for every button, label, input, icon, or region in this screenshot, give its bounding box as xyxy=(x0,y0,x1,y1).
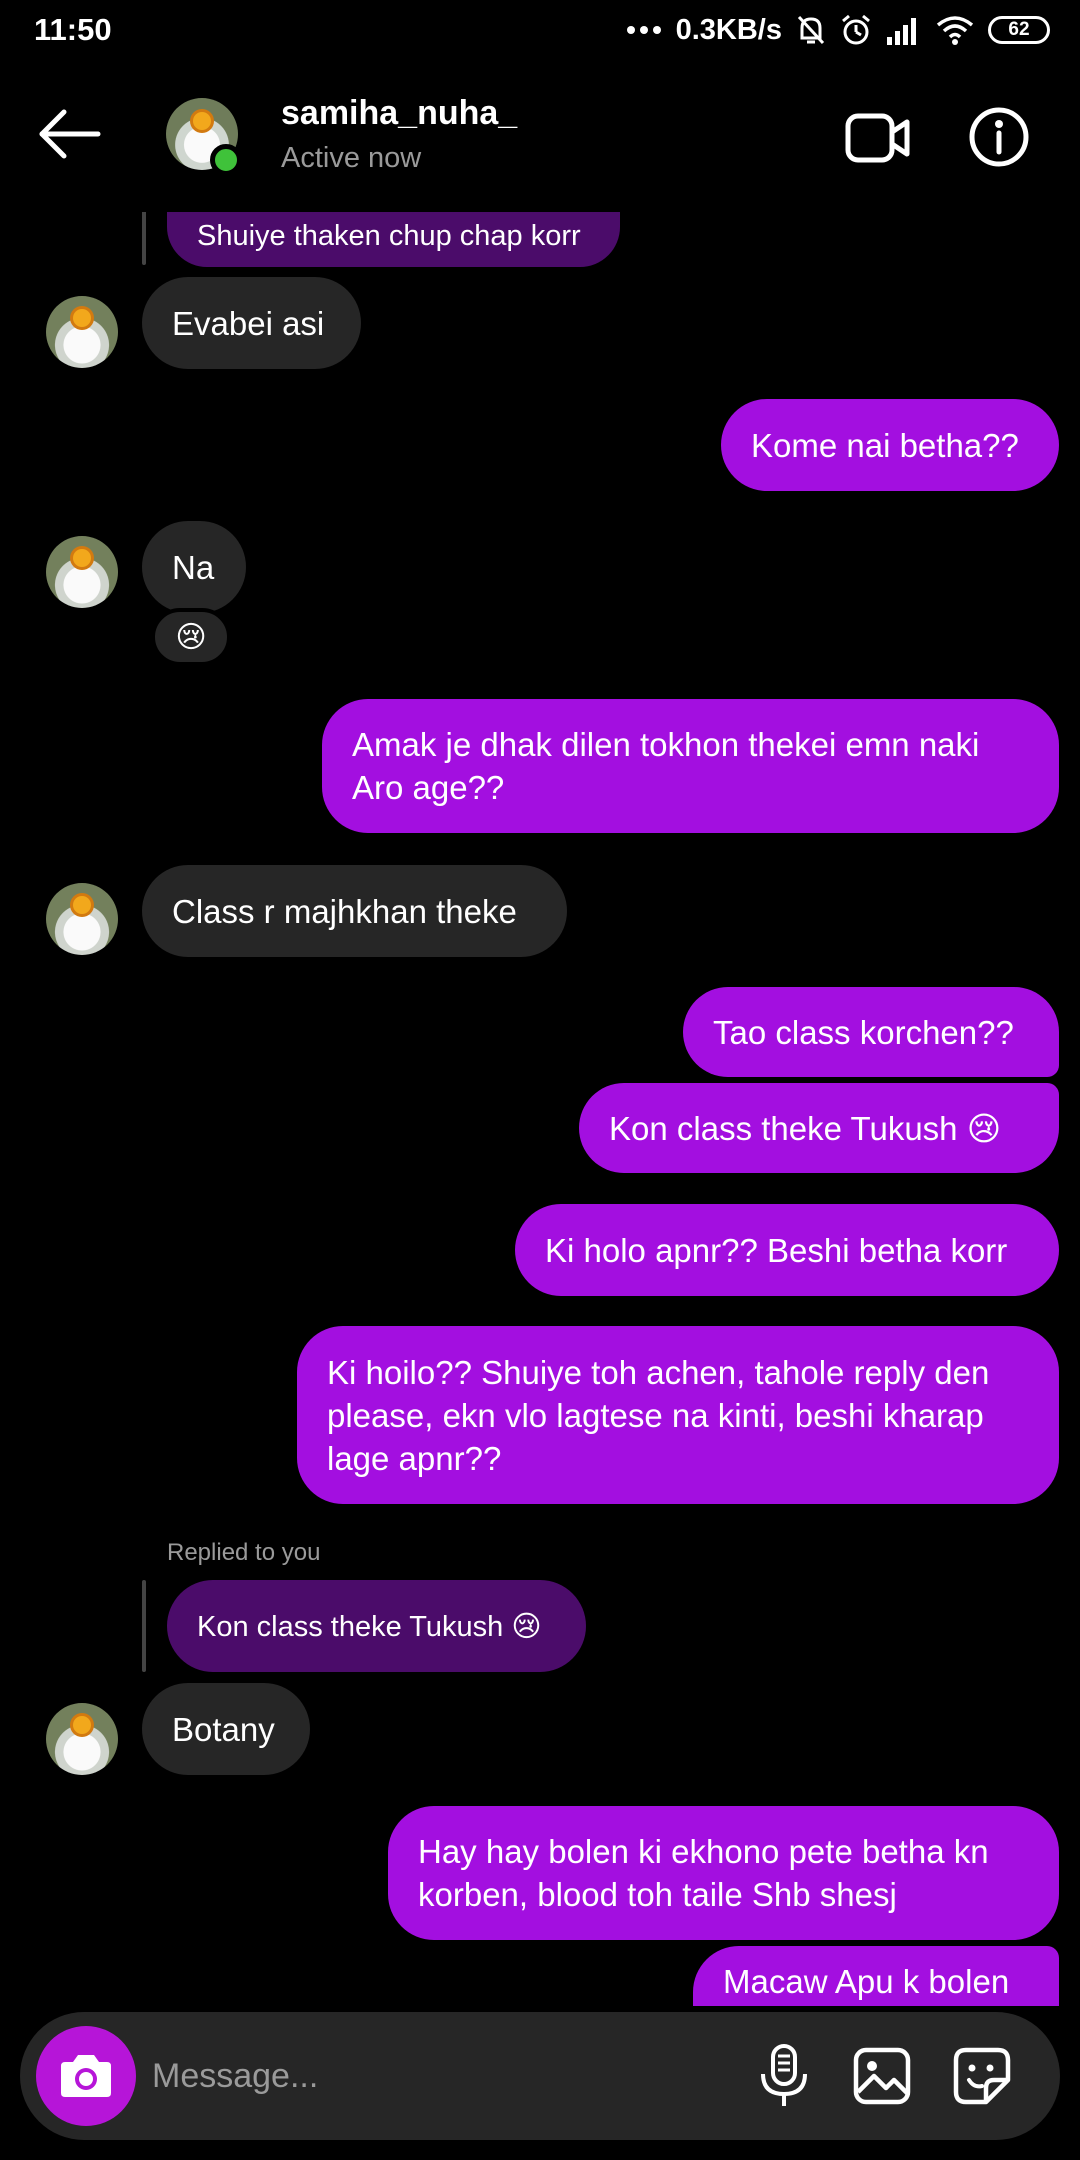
gallery-icon[interactable] xyxy=(852,2046,912,2106)
sticker-icon[interactable] xyxy=(952,2046,1012,2106)
message-composer xyxy=(20,2012,1060,2140)
outgoing-message[interactable]: Amak je dhak dilen tokhon thekei emn nak… xyxy=(322,699,1059,833)
camera-icon[interactable] xyxy=(36,2026,136,2126)
message-line: Ki hoilo?? Shuiye toh achen, tahole repl… xyxy=(327,1354,990,1391)
avatar xyxy=(46,296,118,368)
message-line: Hay hay bolen ki ekhono pete betha kn xyxy=(418,1833,989,1870)
active-status: Active now xyxy=(281,142,422,174)
outgoing-message[interactable]: Macaw Apu k bolen xyxy=(693,1946,1059,2006)
outgoing-message[interactable]: Hay hay bolen ki ekhono pete betha kn ko… xyxy=(388,1806,1059,1940)
avatar xyxy=(46,883,118,955)
outgoing-message[interactable]: Kome nai betha?? xyxy=(721,399,1059,491)
status-icons: 0.3KB/s 62 xyxy=(626,10,1050,50)
reaction-emoji[interactable]: 😢 xyxy=(151,608,231,666)
wifi-icon xyxy=(936,15,974,45)
quoted-message[interactable]: Shuiye thaken chup chap korr xyxy=(167,205,620,267)
outgoing-message[interactable]: Kon class theke Tukush 😢 xyxy=(579,1083,1059,1173)
message-text: Macaw Apu k bolen xyxy=(723,1963,1010,2000)
signal-icon xyxy=(886,15,922,45)
quoted-text: Kon class theke Tukush 😢 xyxy=(197,1610,542,1643)
outgoing-message[interactable]: Tao class korchen?? xyxy=(683,987,1059,1077)
message-text: Na xyxy=(172,548,215,586)
quoted-message[interactable]: Kon class theke Tukush 😢 xyxy=(167,1580,586,1672)
status-bar: 11:50 0.3KB/s 62 xyxy=(0,0,1080,62)
message-text: Class r majhkhan theke xyxy=(172,892,517,930)
username[interactable]: samiha_nuha_ xyxy=(281,94,517,133)
alarm-icon xyxy=(840,14,872,46)
quoted-text: Shuiye thaken chup chap korr xyxy=(197,219,581,252)
outgoing-message[interactable]: Ki holo apnr?? Beshi betha korr xyxy=(515,1204,1059,1296)
message-line: korben, blood toh taile Shb shesj xyxy=(418,1876,897,1913)
incoming-message[interactable]: Evabei asi xyxy=(142,277,361,369)
mute-bell-icon xyxy=(796,14,826,46)
message-text: Kome nai betha?? xyxy=(751,426,1019,464)
quote-bar xyxy=(142,205,146,265)
message-line: lage apnr?? xyxy=(327,1440,502,1477)
incoming-message[interactable]: Botany xyxy=(142,1683,310,1775)
status-time: 11:50 xyxy=(34,12,112,47)
microphone-icon[interactable] xyxy=(754,2042,814,2110)
message-text: Ki holo apnr?? Beshi betha korr xyxy=(545,1231,1008,1269)
message-text: Kon class theke Tukush 😢 xyxy=(609,1109,1002,1147)
message-input[interactable] xyxy=(152,2042,732,2110)
reaction-text: 😢 xyxy=(175,620,207,654)
message-line: please, ekn vlo lagtese na kinti, beshi … xyxy=(327,1397,984,1434)
info-icon[interactable] xyxy=(968,106,1030,168)
reply-label: Replied to you xyxy=(167,1539,321,1566)
incoming-message[interactable]: Na xyxy=(142,521,246,613)
video-call-icon[interactable] xyxy=(845,110,911,166)
battery-icon: 62 xyxy=(988,16,1050,44)
battery-level: 62 xyxy=(1008,19,1030,40)
outgoing-message[interactable]: Ki hoilo?? Shuiye toh achen, tahole repl… xyxy=(297,1326,1059,1504)
avatar xyxy=(46,536,118,608)
message-text: Evabei asi xyxy=(172,304,325,342)
quote-bar xyxy=(142,1580,146,1672)
more-dots-icon xyxy=(626,25,662,35)
message-text: Botany xyxy=(172,1710,275,1748)
network-speed: 0.3KB/s xyxy=(675,13,782,46)
message-line: Amak je dhak dilen tokhon thekei emn nak… xyxy=(352,726,980,763)
message-text: Tao class korchen?? xyxy=(713,1013,1014,1051)
incoming-message[interactable]: Class r majhkhan theke xyxy=(142,865,567,957)
chat-header: samiha_nuha_ Active now xyxy=(0,62,1080,212)
back-arrow-icon[interactable] xyxy=(38,108,102,160)
avatar xyxy=(46,1703,118,1775)
online-indicator xyxy=(210,144,242,176)
message-line: Aro age?? xyxy=(352,769,505,806)
